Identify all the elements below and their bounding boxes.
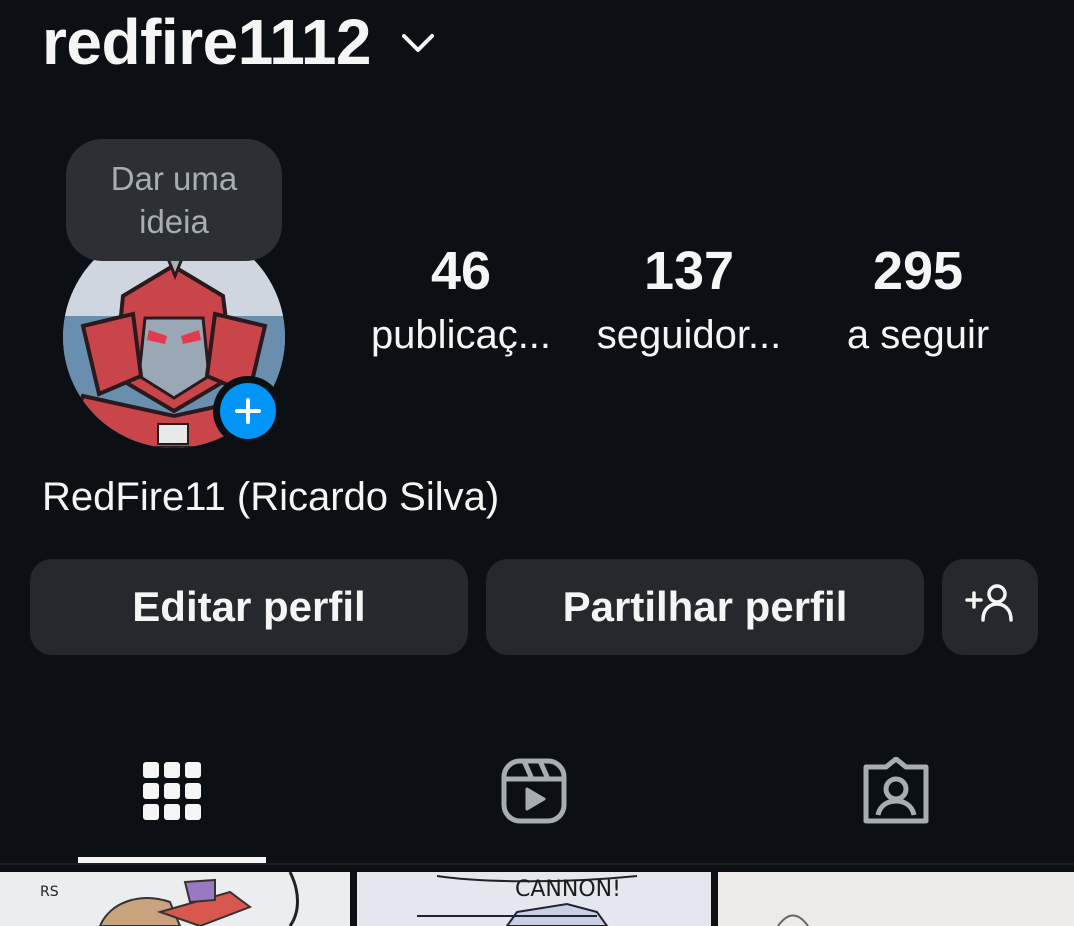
plus-icon [220,383,276,439]
grid-icon [141,760,203,827]
add-person-icon [963,582,1017,632]
post-thumbnail[interactable]: CANNON! [357,872,711,926]
chevron-down-icon[interactable] [401,32,435,59]
tagged-icon [862,756,930,830]
svg-text:RS: RS [40,884,59,900]
posts-label: publicaç... [370,313,552,357]
followers-label: seguidor... [596,313,782,357]
edit-profile-label: Editar perfil [132,583,366,630]
followers-count: 137 [643,241,735,301]
account-switcher[interactable]: redfire1112 [42,6,435,78]
note-bubble-text: Dar uma ideia [110,160,238,240]
post-thumbnail[interactable]: RS [0,872,350,926]
tab-reels[interactable] [499,758,569,828]
edit-profile-button[interactable]: Editar perfil [30,559,468,655]
full-name: RedFire11 (Ricardo Silva) [42,475,500,519]
note-bubble[interactable]: Dar uma ideia [66,139,282,261]
tab-tagged[interactable] [861,756,931,830]
username: redfire1112 [42,6,372,78]
discover-people-button[interactable] [942,559,1038,655]
post-thumbnail[interactable] [718,872,1074,926]
share-profile-button[interactable]: Partilhar perfil [486,559,924,655]
tab-posts-grid[interactable] [137,758,207,828]
posts-stat[interactable]: 46 publicaç... [341,238,581,360]
tabs-divider [0,863,1074,865]
posts-count: 46 [430,241,492,301]
following-label: a seguir [846,313,990,357]
following-stat[interactable]: 295 a seguir [798,238,1038,360]
share-profile-label: Partilhar perfil [562,583,848,630]
following-count: 295 [872,241,964,301]
post-caption: CANNON! [515,877,621,902]
reels-icon [500,757,568,830]
followers-stat[interactable]: 137 seguidor... [569,238,809,360]
add-story-button[interactable] [213,376,283,446]
